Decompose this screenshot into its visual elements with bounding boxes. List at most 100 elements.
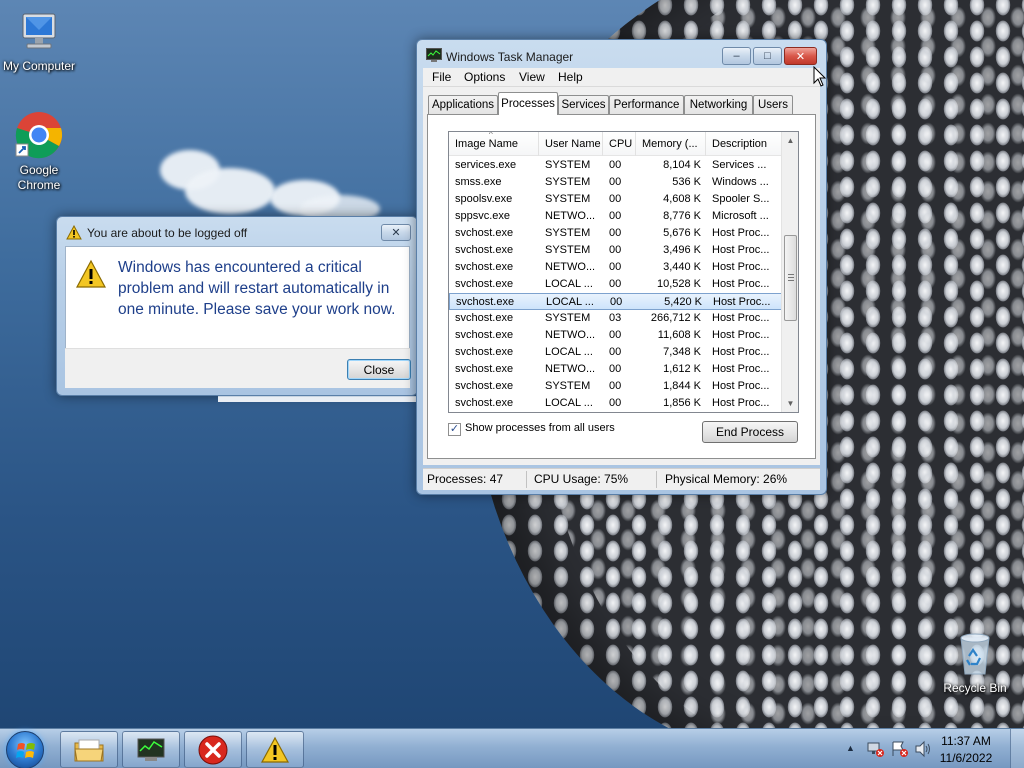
taskbar-task-manager-button[interactable] (122, 731, 180, 768)
column-cpu[interactable]: CPU (603, 132, 636, 156)
show-all-processes-checkbox[interactable]: ✓ (448, 423, 461, 436)
taskbar-explorer-button[interactable] (60, 731, 118, 768)
image-name-cell: svchost.exe (456, 296, 515, 308)
status-processes: Processes: 47 (427, 472, 504, 486)
user-name-cell: SYSTEM (545, 312, 591, 324)
dialog-close-button[interactable]: ✕ (381, 224, 411, 241)
grip-icon (788, 274, 794, 275)
process-list[interactable]: Image Name ^ User Name CPU Memory (... D… (448, 131, 799, 413)
task-manager-content: Applications Processes Services Performa… (423, 87, 820, 465)
dialog-message: Windows has encountered a critical probl… (118, 259, 396, 318)
menu-view[interactable]: View (519, 70, 545, 84)
tab-networking[interactable]: Networking (684, 95, 753, 114)
cpu-cell: 00 (610, 296, 623, 308)
tab-users[interactable]: Users (753, 95, 793, 114)
desktop-icon-label: My Computer (2, 59, 76, 73)
table-row[interactable]: spoolsv.exe SYSTEM 00 4,608 K Spooler S... (449, 191, 782, 208)
user-name-cell: SYSTEM (545, 159, 591, 171)
table-row[interactable]: svchost.exe LOCAL ... 00 7,348 K Host Proc..… (449, 344, 782, 361)
scroll-up-icon[interactable]: ▲ (782, 132, 798, 149)
mouse-cursor-icon (813, 66, 827, 87)
show-hidden-icons-button[interactable]: ▲ (846, 743, 855, 753)
table-row[interactable]: svchost.exe SYSTEM 00 5,676 K Host Proc... (449, 225, 782, 242)
desktop-icon-my-computer[interactable]: My Computer (0, 8, 79, 74)
tab-performance[interactable]: Performance (609, 95, 684, 114)
maximize-button[interactable]: □ (753, 47, 782, 65)
clock[interactable]: 11:37 AM 11/6/2022 (935, 733, 997, 767)
close-button[interactable]: Close (347, 359, 411, 380)
cpu-cell: 00 (609, 380, 622, 392)
table-row[interactable]: svchost.exe NETWO... 00 11,608 K Host Proc..… (449, 327, 782, 344)
start-button[interactable] (6, 731, 44, 768)
description-cell: Services ... (712, 159, 767, 171)
table-row[interactable]: svchost.exe NETWO... 00 1,612 K Host Proc... (449, 361, 782, 378)
description-cell: Host Proc... (712, 380, 770, 392)
taskbar-warning-button[interactable] (246, 731, 304, 768)
table-row[interactable]: svchost.exe LOCAL ... 00 1,856 K Host Proc..… (449, 395, 782, 412)
taskbar-error-button[interactable] (184, 731, 242, 768)
column-memory[interactable]: Memory (... (636, 132, 706, 156)
user-name-cell: LOCAL ... (546, 296, 594, 308)
user-name-cell: NETWO... (545, 210, 596, 222)
table-row[interactable]: smss.exe SYSTEM 00 536 K Windows ... (449, 174, 782, 191)
table-row[interactable]: sppsvc.exe NETWO... 00 8,776 K Microsoft ... (449, 208, 782, 225)
column-image-name[interactable]: Image Name (449, 132, 539, 156)
task-manager-icon (137, 738, 165, 761)
table-row[interactable]: svchost.exe SYSTEM 00 1,844 K Host Proc... (449, 378, 782, 395)
action-center-icon[interactable] (891, 740, 909, 758)
status-cpu-usage: CPU Usage: 75% (534, 472, 629, 486)
memory-cell: 1,856 K (663, 397, 701, 409)
tab-services[interactable]: Services (558, 95, 609, 114)
computer-icon (22, 13, 56, 49)
table-row[interactable]: services.exe SYSTEM 00 8,104 K Services ... (449, 157, 782, 174)
network-icon[interactable] (867, 740, 885, 758)
scroll-thumb[interactable] (784, 235, 797, 321)
tab-processes[interactable]: Processes (498, 92, 558, 115)
column-user-name[interactable]: User Name (539, 132, 603, 156)
cpu-cell: 00 (609, 176, 622, 188)
memory-cell: 266,712 K (650, 312, 701, 324)
close-icon: ✕ (795, 50, 806, 63)
warning-icon (75, 259, 107, 288)
cpu-cell: 00 (609, 210, 622, 222)
description-cell: Spooler S... (712, 193, 770, 205)
description-cell: Windows ... (712, 176, 769, 188)
user-name-cell: NETWO... (545, 329, 596, 341)
cpu-cell: 00 (609, 227, 622, 239)
task-manager-icon (426, 48, 442, 62)
vertical-scrollbar[interactable]: ▲ ▼ (781, 132, 798, 412)
menu-options[interactable]: Options (464, 70, 505, 84)
table-row[interactable]: svchost.exe NETWO... 00 3,440 K Host Proc... (449, 259, 782, 276)
description-cell: Host Proc... (712, 363, 770, 375)
task-manager-titlebar[interactable]: Windows Task Manager – □ ✕ (417, 40, 826, 70)
task-manager-window: Windows Task Manager – □ ✕ File Options … (416, 39, 827, 495)
scroll-down-icon[interactable]: ▼ (782, 395, 798, 412)
table-row[interactable]: svchost.exe LOCAL ... 00 5,420 K Host Proc..… (449, 293, 782, 310)
end-process-button[interactable]: End Process (702, 421, 798, 443)
memory-cell: 1,612 K (663, 363, 701, 375)
table-row[interactable]: svchost.exe SYSTEM 03 266,712 K Host Proc... (449, 310, 782, 327)
table-row[interactable]: svchost.exe LOCAL ... 00 10,528 K Host Proc.… (449, 276, 782, 293)
recycle-bin-icon (960, 633, 990, 675)
minimize-button[interactable]: – (722, 47, 751, 65)
taskbar: ▲ 11:37 AM 11/6/2022 (0, 728, 1024, 768)
column-description[interactable]: Description (706, 132, 782, 156)
show-all-processes-label[interactable]: Show processes from all users (465, 422, 615, 434)
volume-icon[interactable] (914, 740, 932, 758)
desktop-icon-recycle-bin[interactable]: Recycle Bin (935, 630, 1015, 696)
memory-cell: 10,528 K (656, 278, 701, 290)
dialog-titlebar[interactable]: You are about to be logged off ✕ (57, 217, 417, 247)
close-button[interactable]: ✕ (784, 47, 817, 65)
menu-file[interactable]: File (432, 70, 451, 84)
user-name-cell: LOCAL ... (545, 346, 593, 358)
clock-date: 11/6/2022 (939, 751, 993, 765)
desktop-icon-google-chrome[interactable]: Google Chrome (0, 110, 80, 193)
tab-applications[interactable]: Applications (428, 95, 498, 114)
explorer-icon (74, 739, 104, 761)
table-row[interactable]: svchost.exe SYSTEM 00 3,496 K Host Proc... (449, 242, 782, 259)
menu-help[interactable]: Help (558, 70, 583, 84)
show-desktop-button[interactable] (1010, 729, 1024, 768)
image-name-cell: svchost.exe (455, 278, 514, 290)
memory-cell: 4,608 K (663, 193, 701, 205)
description-cell: Host Proc... (712, 278, 770, 290)
